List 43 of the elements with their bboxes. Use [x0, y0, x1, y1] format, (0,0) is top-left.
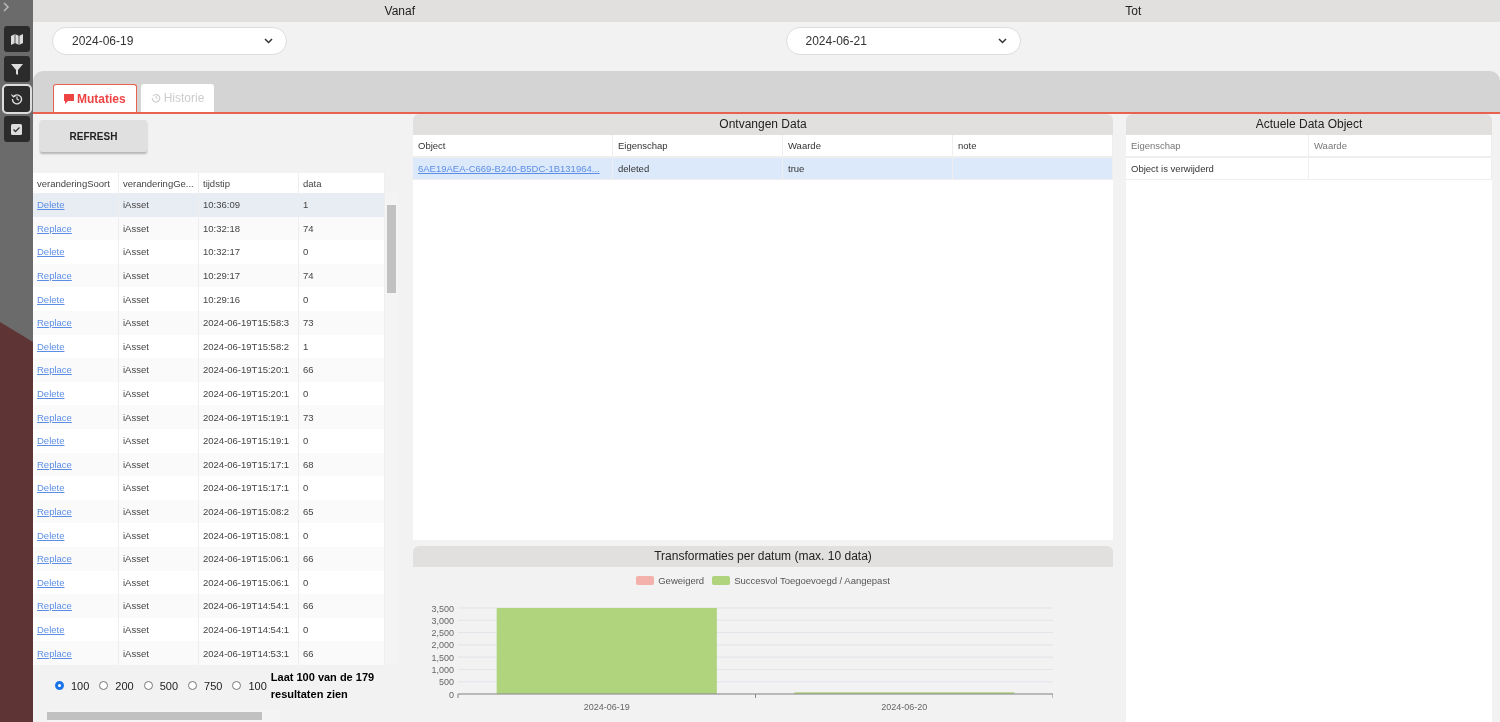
table-cell: 10:32:17 [199, 240, 299, 264]
table-cell: 2024-06-19T15:06:1 [199, 546, 299, 571]
table-cell: iAsset [119, 641, 199, 665]
table-cell: iAsset [119, 405, 199, 429]
y-tick-label: 1,500 [431, 652, 454, 663]
panel-title: Ontvangen Data [413, 114, 1113, 135]
result-count: Laat 100 van de 179 resultaten zien [270, 669, 376, 702]
to-label: Tot [1124, 3, 1143, 20]
table-cell: iAsset [119, 287, 199, 311]
from-label: Vanaf [383, 3, 416, 20]
y-tick-label: 3,000 [431, 615, 454, 626]
table-cell: Object is verwijderd [1126, 158, 1309, 179]
table-cell: 2024-06-19T14:54:1 [199, 594, 299, 618]
table-cell: true [783, 158, 953, 179]
table-cell: 10:36:09 [199, 193, 299, 217]
chart-title: Transformaties per datum (max. 10 data) [413, 546, 1113, 567]
y-tick-label: 0 [449, 689, 454, 700]
table-cell: 2024-06-19T15:19:1 [199, 428, 299, 453]
table-cell: 2024-06-19T14:53:1 [199, 641, 299, 665]
table-cell: iAsset [119, 193, 199, 217]
table-cell: 2024-06-19T15:58:3 [199, 310, 299, 335]
panel-title: Actuele Data Object [1126, 114, 1492, 135]
table-cell: 10:29:16 [199, 287, 299, 311]
y-tick-label: 1,000 [431, 664, 454, 675]
y-tick-label: 500 [438, 677, 454, 688]
table-cell: iAsset [119, 546, 199, 571]
table-cell: deleted [613, 158, 783, 179]
table-cell: iAsset [119, 523, 199, 547]
table-cell: iAsset [119, 310, 199, 335]
y-tick-label: 2,500 [431, 628, 454, 639]
table-cell: 2024-06-19T15:20:1 [199, 358, 299, 382]
x-tick-label: 2024-06-20 [881, 702, 928, 712]
table-cell: iAsset [119, 428, 199, 453]
table-cell: iAsset [119, 240, 199, 264]
y-tick-label: 3,500 [431, 603, 454, 614]
y-tick-label: 2,000 [431, 640, 454, 651]
table-cell: 2024-06-19T15:17:1 [199, 476, 299, 500]
x-tick-label: 2024-06-19 [583, 702, 630, 712]
table-cell: iAsset [119, 476, 199, 500]
table-cell: 2024-06-19T15:08:1 [199, 523, 299, 547]
table-cell: 2024-06-19T15:19:1 [199, 405, 299, 429]
table-cell: iAsset [119, 358, 199, 382]
table-cell: iAsset [119, 594, 199, 618]
